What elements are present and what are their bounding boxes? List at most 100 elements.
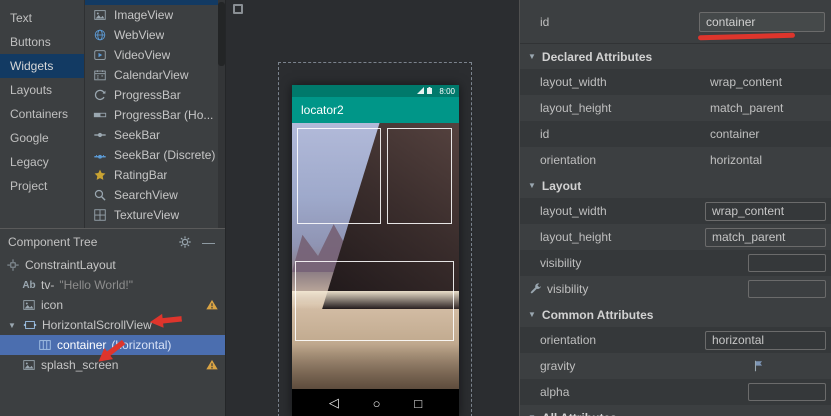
widget-item-progressbar-ho[interactable]: ProgressBar (Ho...	[85, 105, 225, 125]
tree-item-label: splash_screen	[41, 358, 118, 372]
section-header-all-attributes[interactable]: ▼All Attributes	[520, 405, 831, 416]
seekbar-icon	[93, 128, 107, 142]
back-icon: ◁	[329, 395, 339, 411]
id-value: container	[706, 15, 755, 29]
attribute-value-field[interactable]	[748, 383, 826, 401]
tree-item-tv[interactable]: Abtv- "Hello World!"	[0, 275, 225, 295]
view-bounds-overlay-right[interactable]	[387, 128, 452, 224]
section-title: Declared Attributes	[542, 50, 652, 64]
attribute-label: gravity	[540, 359, 575, 373]
widget-item-progressbar[interactable]: ProgressBar	[85, 85, 225, 105]
attribute-value[interactable]: wrap_content	[710, 75, 782, 89]
palette-category-layouts[interactable]: Layouts	[0, 78, 84, 102]
attribute-row-layout-width: layout_widthwrap_content	[520, 69, 831, 95]
panel-corner-icon[interactable]	[233, 4, 243, 14]
preview-navbar: ◁ ○ □	[292, 389, 459, 416]
attribute-label: layout_width	[540, 204, 607, 218]
tree-item-label: container	[57, 338, 106, 352]
widget-item-seekbar[interactable]: SeekBar	[85, 125, 225, 145]
section-header-declared-attributes[interactable]: ▼Declared Attributes	[520, 44, 831, 69]
palette-category-buttons[interactable]: Buttons	[0, 30, 84, 54]
attribute-row-layout-height: layout_heightmatch_parent	[520, 224, 831, 250]
widget-item-label: WebView	[114, 28, 164, 42]
attribute-value-field[interactable]	[748, 254, 826, 272]
attribute-value-field[interactable]	[748, 280, 826, 298]
id-attribute-row: id container	[520, 0, 831, 44]
widget-item-label: VideoView	[114, 48, 170, 62]
tree-item-container[interactable]: container(horizontal)	[0, 335, 225, 355]
tree-item-icon[interactable]: icon	[0, 295, 225, 315]
calendarview-icon	[93, 68, 107, 82]
id-value-field[interactable]: container	[699, 12, 825, 32]
attribute-value[interactable]: horizontal	[710, 153, 762, 167]
tree-item-label: HorizontalScrollView	[42, 318, 152, 332]
view-bounds-overlay-left[interactable]	[297, 128, 381, 224]
palette-category-containers[interactable]: Containers	[0, 102, 84, 126]
widget-list-scrollbar[interactable]	[218, 0, 225, 228]
palette-category-project[interactable]: Project	[0, 174, 84, 198]
imageview-icon	[93, 8, 107, 22]
component-tree-title: Component Tree	[8, 235, 97, 249]
attribute-row-layout-height: layout_height match_parent	[520, 95, 831, 121]
palette-category-text[interactable]: Text	[0, 6, 84, 30]
progressbar-icon	[93, 88, 107, 102]
preview-time: 8:00	[439, 87, 455, 96]
attribute-row-orientation: orientation horizontal	[520, 147, 831, 173]
attribute-value[interactable]: match_parent	[710, 101, 783, 115]
android-studio-layout-editor: TextButtonsWidgetsLayoutsContainersGoogl…	[0, 0, 831, 416]
widget-item-webview[interactable]: WebView	[85, 25, 225, 45]
warning-icon	[205, 298, 219, 312]
attribute-value-field[interactable]: horizontal	[705, 331, 826, 350]
attribute-value[interactable]: container	[710, 127, 759, 141]
palette-panel: TextButtonsWidgetsLayoutsContainersGoogl…	[0, 0, 225, 228]
attribute-value-field[interactable]: wrap_content	[705, 202, 826, 221]
attribute-value-field[interactable]: match_parent	[705, 228, 826, 247]
selection-bounds: 8:00 locator2 ◁ ○	[278, 62, 472, 416]
scrollbar-thumb[interactable]	[218, 2, 225, 66]
attribute-row-alpha: alpha	[520, 379, 831, 405]
preview-content[interactable]	[292, 123, 459, 389]
section-header-common-attributes[interactable]: ▼Common Attributes	[520, 302, 831, 327]
tree-item-constraintlayout[interactable]: ConstraintLayout	[0, 255, 225, 275]
widget-item-videoview[interactable]: VideoView	[85, 45, 225, 65]
attribute-row-visibility: visibility	[520, 276, 831, 302]
minimize-icon[interactable]: —	[202, 236, 215, 249]
component-tree-panel: Component Tree — ConstraintLayoutAbtv- "…	[0, 228, 225, 416]
widget-item-ratingbar[interactable]: RatingBar	[85, 165, 225, 185]
view-bounds-overlay-bottom[interactable]	[295, 261, 454, 341]
progressbar-horizontal-icon	[93, 108, 107, 122]
attribute-label: layout_height	[540, 101, 611, 115]
chevron-down-icon: ▼	[528, 310, 536, 319]
ratingbar-icon	[93, 168, 107, 182]
widget-item-seekbar-discrete[interactable]: SeekBar (Discrete)	[85, 145, 225, 165]
design-surface[interactable]: 8:00 locator2 ◁ ○	[225, 0, 520, 416]
seekbar-discrete-icon	[93, 148, 107, 162]
gear-icon[interactable]	[178, 235, 192, 249]
widget-item-label: ProgressBar (Ho...	[114, 108, 213, 122]
palette-category-legacy[interactable]: Legacy	[0, 150, 84, 174]
tree-item-horizontalscrollview[interactable]: ▼HorizontalScrollView	[0, 315, 225, 335]
tree-item-splash-screen[interactable]: splash_screen	[0, 355, 225, 375]
videoview-icon	[93, 48, 107, 62]
device-preview[interactable]: 8:00 locator2 ◁ ○	[292, 85, 459, 416]
attribute-row-layout-width: layout_width wrap_content	[520, 198, 831, 224]
widget-item-label: RatingBar	[114, 168, 167, 182]
flag-icon	[752, 359, 766, 373]
preview-app-title: locator2	[301, 103, 344, 117]
widget-item-label: CalendarView	[114, 68, 189, 82]
widget-item-imageview[interactable]: ImageView	[85, 5, 225, 25]
widget-item-searchview[interactable]: SearchView	[85, 185, 225, 205]
palette-category-widgets[interactable]: Widgets	[0, 54, 84, 78]
attribute-label: orientation	[540, 153, 596, 167]
widget-item-calendarview[interactable]: CalendarView	[85, 65, 225, 85]
wrench-icon	[529, 282, 543, 296]
id-label: id	[540, 15, 549, 29]
section-header-layout[interactable]: ▼Layout	[520, 173, 831, 198]
widget-item-textureview[interactable]: TextureView	[85, 205, 225, 225]
palette-category-google[interactable]: Google	[0, 126, 84, 150]
widget-item-label: ImageView	[114, 8, 173, 22]
component-tree-header: Component Tree —	[0, 229, 225, 255]
tree-item-label: icon	[41, 298, 63, 312]
widget-list: ImageView WebView VideoView CalendarView Pro…	[85, 5, 225, 225]
textureview-icon	[93, 208, 107, 222]
